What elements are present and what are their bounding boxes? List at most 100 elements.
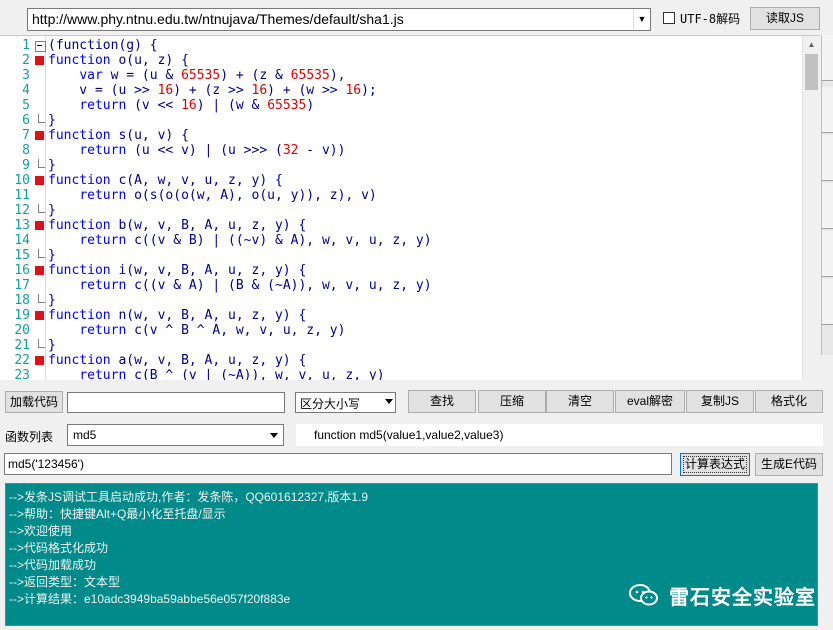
fold-marker[interactable] (35, 176, 44, 185)
code-line: } (48, 113, 56, 128)
menu-bar (0, 0, 833, 5)
log-line: -->计算结果：e10adc3949ba59abbe56e057f20f883e (9, 592, 291, 606)
fold-marker[interactable] (35, 311, 44, 320)
line-number: 19 (14, 308, 30, 323)
watermark-text: 雷石安全实验室 (669, 587, 816, 609)
fold-end-marker (38, 249, 45, 258)
code-line: return (v << 16) | (w & 65535) (79, 98, 315, 113)
scrollbar-thumb[interactable] (805, 54, 818, 90)
code-line: return (u << v) | (u >>> (32 - v)) (79, 143, 346, 158)
line-number: 4 (22, 83, 30, 98)
code-line: function i(w, v, B, A, u, z, y) { (48, 263, 307, 278)
line-number: 12 (14, 203, 30, 218)
line-number: 1 (22, 38, 30, 53)
utf8-label: UTF-8解码 (680, 12, 741, 26)
line-number: 8 (22, 143, 30, 158)
fold-end-marker (38, 294, 45, 303)
expression-input[interactable]: md5('123456') (4, 453, 672, 475)
code-line: var w = (u & 65535) + (z & 65535), (79, 68, 346, 83)
generate-e-code-button[interactable]: 生成E代码 (755, 453, 823, 476)
find-button[interactable]: 查找 (408, 390, 476, 413)
line-number: 5 (22, 98, 30, 113)
line-number: 15 (14, 248, 30, 263)
code-line: return c(v ^ B ^ A, w, v, u, z, y) (79, 323, 346, 338)
line-number: 21 (14, 338, 30, 353)
line-number: 2 (22, 53, 30, 68)
copy-js-button[interactable]: 复制JS (686, 390, 754, 413)
line-number: 13 (14, 218, 30, 233)
code-line: function o(u, z) { (48, 53, 189, 68)
function-list-label: 函数列表 (5, 430, 54, 444)
side-tab-6[interactable] (822, 279, 833, 325)
log-line: -->代码格式化成功 (9, 541, 109, 555)
line-number: 7 (22, 128, 30, 143)
clear-button[interactable]: 清空 (546, 390, 614, 413)
function-list-select[interactable]: md5 (67, 424, 284, 446)
log-line: -->帮助：快捷键Alt+Q最小化至托盘/显示 (9, 507, 226, 521)
line-number: 6 (22, 113, 30, 128)
load-code-button[interactable]: 加载代码 (5, 391, 63, 413)
line-number: 10 (14, 173, 30, 188)
fold-marker[interactable] (35, 266, 44, 275)
search-input[interactable] (67, 392, 285, 413)
fold-marker[interactable] (35, 221, 44, 230)
fold-end-marker (38, 339, 45, 348)
code-line: function n(w, v, B, A, u, z, y) { (48, 308, 307, 323)
line-number: 16 (14, 263, 30, 278)
code-line: return c((v & A) | (B & (~A)), w, v, u, … (79, 278, 432, 293)
code-line: } (48, 248, 56, 263)
side-tab-2[interactable] (822, 87, 833, 133)
line-number: 18 (14, 293, 30, 308)
line-number: 9 (22, 158, 30, 173)
log-scrollbar[interactable] (818, 483, 833, 626)
line-number: 23 (14, 368, 30, 380)
focus-ring (683, 456, 747, 473)
format-button[interactable]: 格式化 (755, 390, 823, 413)
code-line: v = (u >> 16) + (z >> 16) + (w >> 16); (48, 83, 377, 98)
read-js-button[interactable]: 读取JS (750, 7, 820, 30)
line-number: 14 (14, 233, 30, 248)
compress-button[interactable]: 压缩 (478, 390, 546, 413)
line-number: 3 (22, 68, 30, 83)
fold-end-marker (38, 159, 45, 168)
code-line: return c(B ^ (v | (~A)), w, v, u, z, y) (79, 368, 385, 380)
fold-marker[interactable] (35, 56, 44, 65)
url-combobox[interactable]: http://www.phy.ntnu.edu.tw/ntnujava/Them… (27, 8, 651, 31)
editor-scrollbar[interactable]: ▲ (802, 36, 820, 380)
code-line: } (48, 338, 56, 353)
code-editor[interactable]: 1 (function(g) { 2 function o(u, z) { 3 var … (0, 35, 820, 380)
fold-end-marker (38, 204, 45, 213)
line-number: 17 (14, 278, 30, 293)
eval-decrypt-button[interactable]: eval解密 (615, 390, 685, 413)
scroll-up-icon[interactable]: ▲ (803, 36, 820, 53)
log-line: -->发条JS调试工具启动成功,作者：发条陈，QQ601612327,版本1.9 (9, 490, 369, 504)
code-line: function b(w, v, B, A, u, z, y) { (48, 218, 307, 233)
chevron-down-icon[interactable]: ▼ (633, 9, 650, 30)
code-line: } (48, 293, 56, 308)
code-line: function a(w, v, B, A, u, z, y) { (48, 353, 307, 368)
chevron-down-icon[interactable] (385, 399, 393, 404)
fold-marker[interactable] (35, 356, 44, 365)
fold-marker[interactable] (35, 131, 44, 140)
log-line: -->欢迎使用 (9, 524, 73, 538)
chevron-down-icon[interactable] (266, 425, 283, 445)
log-line: -->返回类型：文本型 (9, 575, 121, 589)
watermark: 雷石安全实验室 (629, 580, 819, 610)
code-line: (function(g) { (48, 38, 158, 53)
calculate-expression-button[interactable]: 计算表达式 (680, 453, 750, 476)
function-signature-box: function md5(value1,value2,value3) (296, 424, 823, 446)
line-number: 11 (14, 188, 30, 203)
fold-marker[interactable] (35, 41, 46, 52)
side-tab-5[interactable] (822, 231, 833, 277)
url-text: http://www.phy.ntnu.edu.tw/ntnujava/Them… (32, 11, 404, 27)
code-line: } (48, 158, 56, 173)
side-tab-strip (821, 35, 833, 355)
code-line: return o(s(o(o(w, A), o(u, y)), z), v) (79, 188, 377, 203)
code-line: function s(u, v) { (48, 128, 189, 143)
side-tab-3[interactable] (822, 135, 833, 181)
side-tab-1[interactable] (822, 35, 833, 81)
utf8-checkbox[interactable] (663, 12, 675, 24)
function-signature: function md5(value1,value2,value3) (314, 428, 504, 442)
case-mode-select[interactable]: 区分大小写 (295, 392, 396, 413)
side-tab-4[interactable] (822, 183, 833, 229)
